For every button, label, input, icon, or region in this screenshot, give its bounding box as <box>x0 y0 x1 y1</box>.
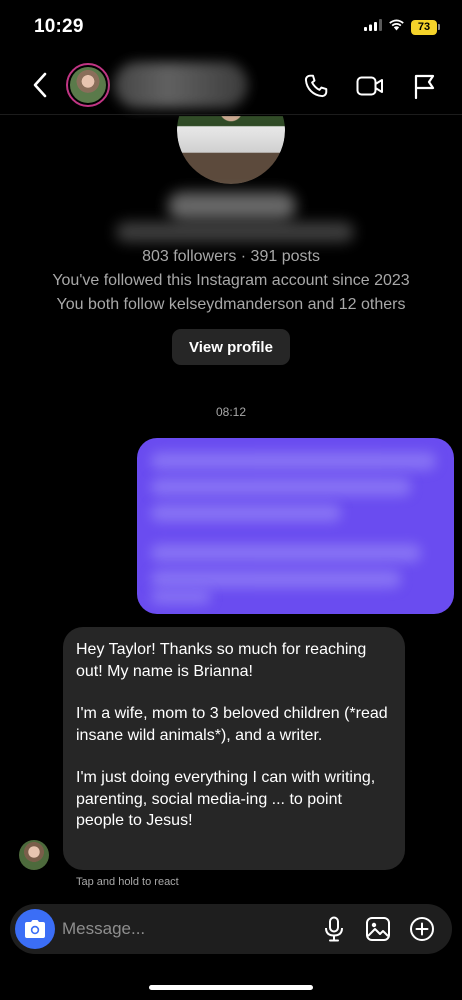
message-paragraph: Hey Taylor! Thanks so much for reaching … <box>76 641 367 680</box>
wifi-icon <box>388 18 405 36</box>
followed-since: You've followed this Instagram account s… <box>52 272 410 289</box>
message-input[interactable] <box>62 917 262 941</box>
battery-level: 73 <box>411 19 437 35</box>
gallery-button[interactable] <box>364 915 392 943</box>
status-time: 10:29 <box>34 16 84 37</box>
battery-icon: 73 <box>411 19 440 35</box>
home-indicator[interactable] <box>149 985 313 990</box>
status-bar: 10:29 73 <box>0 0 462 54</box>
video-icon <box>356 76 383 96</box>
microphone-icon <box>325 916 343 942</box>
call-button[interactable] <box>302 72 330 100</box>
camera-button[interactable] <box>15 909 55 949</box>
chevron-left-icon <box>33 72 47 98</box>
phone-icon <box>304 74 328 98</box>
message-composer <box>10 904 452 954</box>
view-profile-button[interactable]: View profile <box>172 329 290 365</box>
flag-icon <box>414 74 435 99</box>
mutual-followers: You both follow kelseydmanderson and 12 … <box>56 296 406 313</box>
profile-handle-redacted <box>116 222 354 242</box>
image-icon <box>366 917 390 941</box>
contact-name-redacted[interactable] <box>114 62 248 108</box>
chat-header <box>0 58 462 114</box>
back-button[interactable] <box>28 70 52 100</box>
video-call-button[interactable] <box>356 72 384 100</box>
sent-message-redacted[interactable] <box>137 438 454 614</box>
camera-icon <box>25 920 45 938</box>
profile-name-redacted <box>168 192 296 220</box>
report-button[interactable] <box>410 72 438 100</box>
status-icons: 73 <box>364 18 440 36</box>
signal-icon <box>364 18 382 36</box>
contact-avatar[interactable] <box>66 63 110 107</box>
message-paragraph: I'm just doing everything I can with wri… <box>76 769 376 829</box>
message-paragraph: I'm a wife, mom to 3 beloved children (*… <box>76 705 388 744</box>
sender-avatar[interactable] <box>19 840 49 870</box>
profile-stats: 803 followers · 391 posts <box>142 248 320 265</box>
voice-message-button[interactable] <box>320 915 348 943</box>
received-message[interactable]: Hey Taylor! Thanks so much for reaching … <box>63 627 405 870</box>
more-options-button[interactable] <box>408 915 436 943</box>
header-divider <box>0 114 462 115</box>
message-timestamp: 08:12 <box>215 405 247 419</box>
react-hint: Tap and hold to react <box>76 876 179 888</box>
plus-circle-icon <box>410 917 434 941</box>
